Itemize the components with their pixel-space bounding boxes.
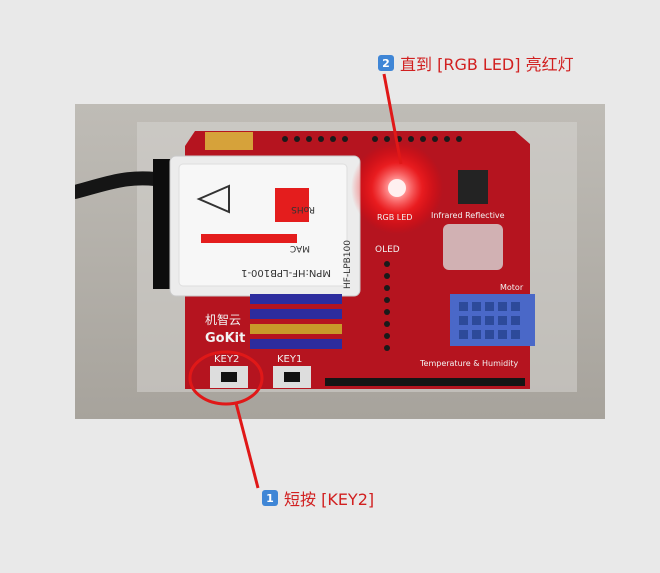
rgb-led-callout: 2 直到 [RGB LED] 亮红灯	[378, 51, 574, 75]
key2-callout: 1 短按 [KEY2]	[262, 486, 374, 510]
step-2-badge: 2	[378, 55, 394, 71]
board-photo: 机智云 GoKit KEY2 KEY1 RGB LED Infrared Ref…	[75, 104, 605, 419]
key2-label: KEY2	[214, 354, 239, 365]
header-pins-yellow	[205, 132, 253, 150]
rgb-led-label: RGB LED	[377, 213, 412, 222]
key2-instruction: 短按 [KEY2]	[284, 490, 375, 509]
motor-label: Motor	[500, 283, 524, 292]
brand-en: GoKit	[205, 331, 245, 346]
rgb-led	[388, 179, 406, 197]
motor-fan	[443, 224, 503, 270]
brand-cn: 机智云	[205, 312, 241, 327]
temp-label: Temperature & Humidity	[419, 359, 519, 368]
module-side-label: HF-LPB100	[343, 240, 353, 289]
oled-label: OLED	[375, 245, 400, 255]
step-1-badge: 1	[262, 490, 278, 506]
module-mac: MAC	[290, 243, 310, 253]
rohs-label: RoHS	[291, 204, 315, 214]
redacted-bar	[201, 234, 297, 243]
key1-label: KEY1	[277, 354, 302, 365]
infrared-label: Infrared Reflective	[431, 211, 505, 220]
bottom-header	[325, 378, 525, 386]
infrared-sensor	[458, 170, 488, 204]
rgb-led-instruction: 直到 [RGB LED] 亮红灯	[400, 55, 574, 74]
module-model: MPN:HF-LPB100-1	[241, 267, 331, 278]
